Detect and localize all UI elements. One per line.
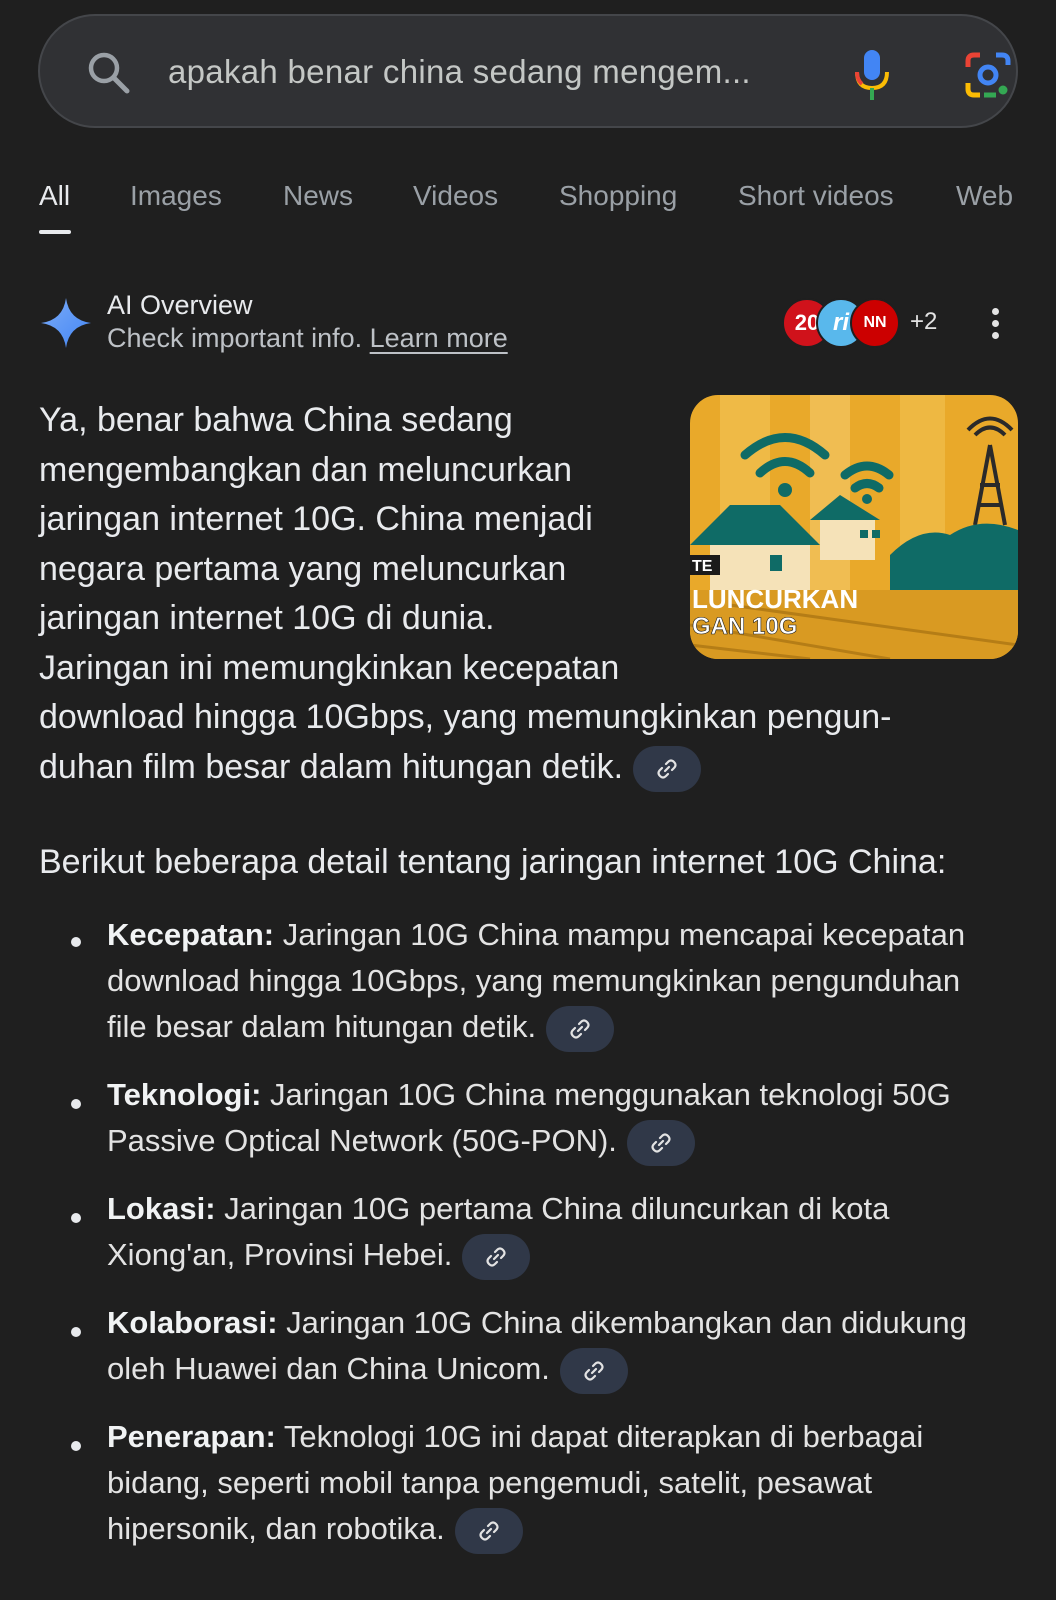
search-input[interactable]: apakah benar china sedang mengem... [168,53,751,91]
bullet-text: Xiong'an, Provinsi Hebei. [107,1237,453,1272]
bullet-text: Jaringan 10G China mampu mencapai kecepa… [274,917,966,952]
bullet-text: hipersonik, dan robotika. [107,1511,445,1546]
microphone-icon[interactable] [852,48,892,102]
bullet-dot [71,937,81,947]
more-options-icon[interactable] [990,308,1000,342]
tab-short-videos[interactable]: Short videos [738,180,894,212]
paragraph-line: mengembangkan dan meluncurkan [39,450,573,489]
bullet-dot [71,1327,81,1337]
paragraph-line: negara pertama yang meluncurkan [39,549,567,588]
learn-more-link[interactable]: Learn more [370,323,508,353]
link-icon [657,758,677,779]
bullet-text: Jaringan 10G China dikembangkan dan didu… [277,1305,967,1340]
bullet-text: oleh Huawei dan China Unicom. [107,1351,550,1386]
paragraph-line: jaringan internet 10G. China menjadi [39,500,593,538]
tab-web[interactable]: Web [956,180,1013,212]
citation-link-button[interactable] [626,1119,695,1166]
bullet-label: Penerapan: [107,1419,276,1454]
search-tabs: All Images News Videos Shopping Short vi… [0,180,1056,240]
bullet-text: file besar dalam hitungan detik. [107,1009,537,1044]
link-icon [479,1521,499,1541]
bullet-text: Jaringan 10G China menggunakan teknologi… [261,1077,951,1112]
ai-overview-subtitle: Check important info. Learn more [107,323,508,354]
source-avatars[interactable]: 20 ri NN +2 [782,298,942,350]
link-icon [651,1133,671,1153]
link-icon [570,1019,590,1039]
bullet-text: bidang, seperti mobil tanpa pengemudi, s… [107,1465,873,1500]
link-icon [486,1247,506,1267]
active-tab-indicator [39,230,71,234]
citation-link-button[interactable] [559,1347,628,1394]
tab-shopping[interactable]: Shopping [559,180,677,212]
bullet-label: Lokasi: [107,1191,216,1226]
overview-paragraph: Ya, benar bahwa China sedang mengembangk… [39,396,1039,792]
more-sources-count[interactable]: +2 [910,308,937,336]
citation-link-button[interactable] [546,1005,615,1052]
bullet-dot [71,1441,81,1451]
bullet-text: Teknologi 10G ini dapat diterapkan di be… [275,1419,924,1454]
search-bar[interactable]: apakah benar china sedang mengem... [38,14,1018,128]
bullet-dot [71,1099,81,1109]
paragraph-line: Ya, benar bahwa China sedang [39,401,513,439]
paragraph-line: jaringan internet 10G di dunia. [39,599,495,637]
bullet-dot [71,1213,81,1223]
bullet-text: Passive Optical Network (50G-PON). [107,1123,617,1158]
paragraph-line: duhan film besar dalam hitungan detik. [39,747,624,786]
citation-link-button[interactable] [454,1507,523,1554]
tab-all[interactable]: All [39,180,70,212]
ai-overview-title: AI Overview [107,290,253,320]
bullet-text: Jaringan 10G pertama China diluncurkan d… [215,1191,890,1226]
source-avatar[interactable]: NN [850,298,900,348]
details-intro: Berikut beberapa detail tentang jaringan… [39,843,947,881]
tab-news[interactable]: News [283,180,353,212]
ai-overview-notice: Check important info. [107,323,363,353]
bullet-text: download hingga 10Gbps, yang memungkinka… [107,963,961,998]
citation-link-button[interactable] [462,1233,531,1280]
link-icon [584,1361,604,1381]
google-lens-icon[interactable] [964,51,1012,99]
tab-images[interactable]: Images [130,180,222,212]
gemini-sparkle-icon [41,298,91,348]
paragraph-line-last: duhan film besar dalam hitungan detik. [39,743,1039,793]
tab-videos[interactable]: Videos [413,180,498,212]
bullet-label: Kolaborasi: [107,1305,278,1340]
citation-link-button[interactable] [633,745,702,792]
bullet-label: Teknologi: [107,1077,262,1112]
bullet-label: Kecepatan: [107,917,275,952]
paragraph-line: download hingga 10Gbps, yang memungkinka… [39,698,892,736]
search-icon [88,52,130,94]
paragraph-line: Jaringan ini memungkinkan kecepatan [39,648,620,687]
